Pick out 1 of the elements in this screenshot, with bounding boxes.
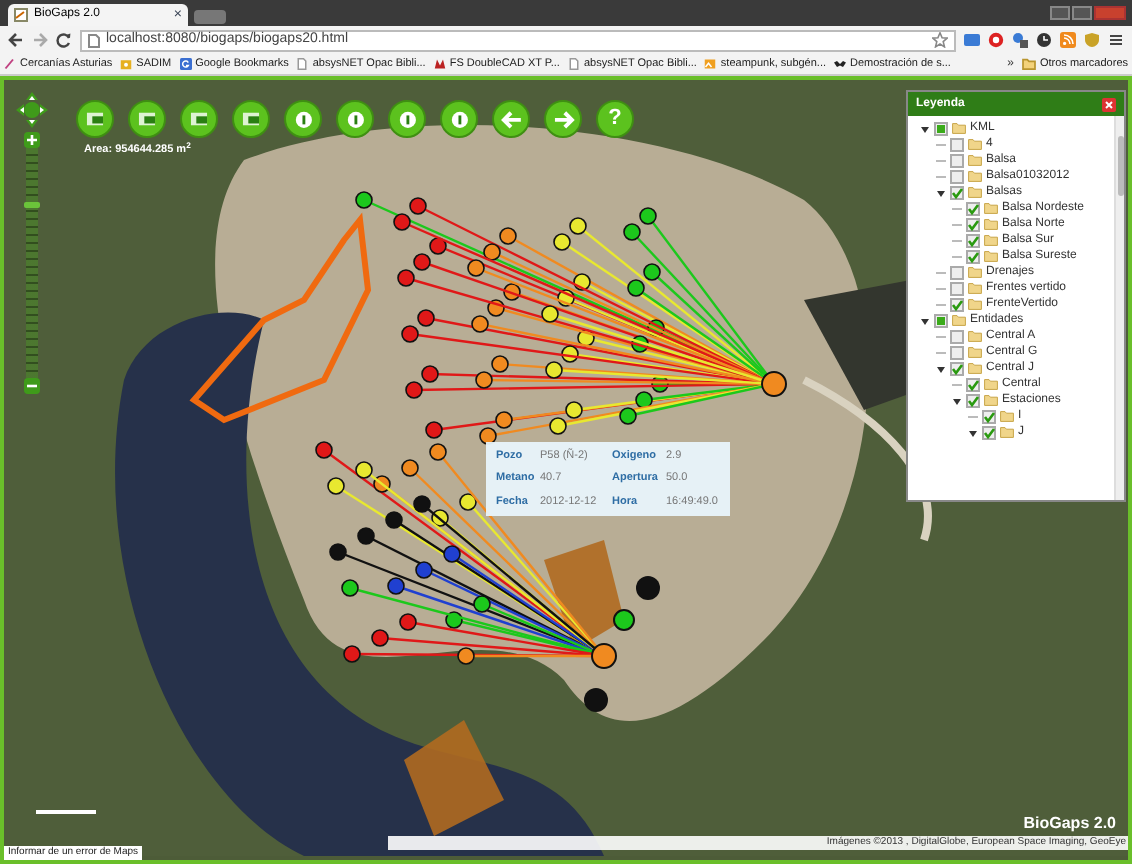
brand-watermark: BioGaps 2.0 [1023,812,1116,836]
